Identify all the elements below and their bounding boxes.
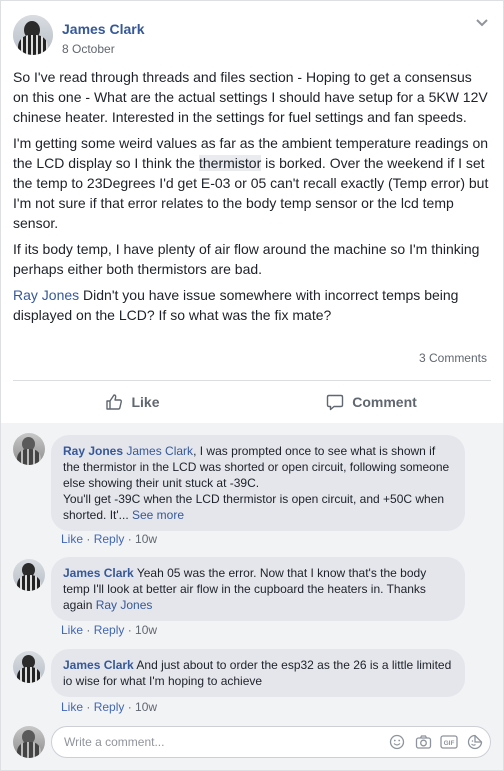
sticker-icon[interactable] [466, 733, 484, 751]
comment-time[interactable]: 10w [135, 623, 157, 637]
avatar[interactable] [13, 651, 45, 683]
comment-item: Ray Jones James Clark, I was prompted on… [13, 427, 491, 547]
comment-bubble: James Clark And just about to order the … [51, 649, 465, 697]
comment-input[interactable]: Write a comment... GIF [51, 726, 491, 758]
comment-meta: Like · Reply · 10w [61, 532, 157, 546]
comment-meta: Like · Reply · 10w [61, 623, 157, 637]
post-paragraph: I'm getting some weird values as far as … [13, 133, 491, 233]
avatar[interactable] [13, 433, 45, 465]
highlighted-word: thermistor [199, 155, 262, 171]
post-paragraph: If its body temp, I have plenty of air f… [13, 241, 480, 277]
separator: · [124, 532, 136, 546]
comment-time[interactable]: 10w [135, 700, 157, 714]
comment-text: You'll get -39C when the LCD thermistor … [63, 492, 445, 522]
mention-link[interactable]: Ray Jones [13, 287, 79, 303]
comments-count[interactable]: 3 Comments [419, 351, 487, 365]
comment-icon [327, 394, 344, 411]
comment-meta: Like · Reply · 10w [61, 700, 157, 714]
comment-time[interactable]: 10w [135, 532, 157, 546]
chevron-down-icon[interactable] [475, 15, 489, 29]
comment-like-link[interactable]: Like [61, 700, 83, 714]
avatar[interactable] [13, 559, 45, 591]
post-text-span: Didn't you have issue somewhere with inc… [13, 287, 459, 323]
post-date[interactable]: 8 October [62, 42, 115, 56]
post-actions: Like Comment [13, 385, 491, 419]
comment-composer: Write a comment... GIF [13, 724, 491, 758]
comment-author[interactable]: James Clark [63, 566, 134, 580]
separator: · [83, 700, 94, 714]
svg-text:GIF: GIF [444, 740, 455, 747]
post-card: James Clark 8 October So I've read throu… [0, 0, 504, 771]
comment-like-link[interactable]: Like [61, 532, 83, 546]
camera-icon[interactable] [414, 733, 432, 751]
thumbs-up-icon [106, 394, 123, 410]
composer-icons: GIF [388, 733, 484, 751]
comment-reply-link[interactable]: Reply [94, 532, 125, 546]
comment-input-placeholder: Write a comment... [64, 735, 165, 749]
comment-label: Comment [352, 394, 417, 410]
comment-item: James Clark And just about to order the … [13, 645, 491, 721]
comment-bubble: James Clark Yeah 05 was the error. Now t… [51, 557, 465, 621]
like-button[interactable]: Like [13, 385, 252, 419]
comment-like-link[interactable]: Like [61, 623, 83, 637]
mention-link[interactable]: James Clark [126, 444, 193, 458]
post-paragraph: So I've read through threads and files s… [13, 69, 488, 125]
separator: · [83, 623, 94, 637]
avatar [13, 726, 45, 758]
emoji-icon[interactable] [388, 733, 406, 751]
comment-author[interactable]: James Clark [63, 658, 134, 672]
separator: · [124, 623, 136, 637]
like-label: Like [131, 394, 160, 410]
divider [13, 380, 491, 381]
post-paragraph: Ray Jones Didn't you have issue somewher… [13, 285, 491, 325]
post-author[interactable]: James Clark [62, 21, 145, 37]
comment-button[interactable]: Comment [252, 385, 491, 419]
comment-author[interactable]: Ray Jones [63, 444, 123, 458]
separator: · [83, 532, 94, 546]
comment-reply-link[interactable]: Reply [94, 623, 125, 637]
comments-section: Ray Jones James Clark, I was prompted on… [1, 423, 503, 770]
comment-reply-link[interactable]: Reply [94, 700, 125, 714]
post-text: So I've read through threads and files s… [13, 67, 491, 331]
mention-link[interactable]: Ray Jones [96, 598, 153, 612]
see-more-link[interactable]: See more [132, 508, 184, 522]
comment-item: James Clark Yeah 05 was the error. Now t… [13, 553, 491, 643]
gif-icon[interactable]: GIF [440, 733, 458, 751]
comment-bubble: Ray Jones James Clark, I was prompted on… [51, 435, 465, 531]
separator: · [124, 700, 136, 714]
avatar[interactable] [13, 15, 53, 55]
